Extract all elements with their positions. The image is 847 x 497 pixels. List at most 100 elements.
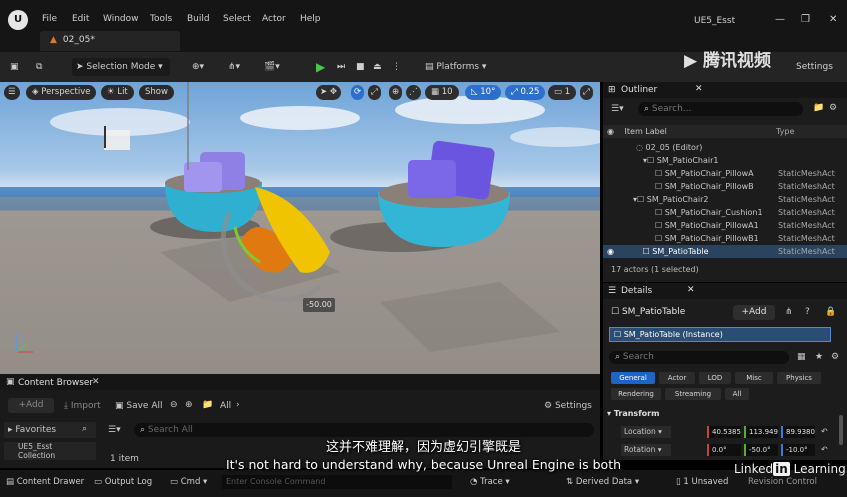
play-options-icon[interactable]: ⋮ xyxy=(392,58,401,76)
eject-icon[interactable]: ⏏ xyxy=(373,58,382,76)
category-streaming[interactable]: Streaming xyxy=(665,388,721,400)
menu-build[interactable]: Build xyxy=(187,14,210,24)
details-search[interactable]: ⌕ Search xyxy=(609,351,789,364)
eye-icon[interactable]: ◉ xyxy=(603,127,614,136)
outliner-search[interactable]: ⌕ Search... xyxy=(638,102,803,116)
settings-button[interactable]: Settings xyxy=(796,58,833,76)
selection-mode-button[interactable]: ➤ Selection Mode ▾ xyxy=(72,58,170,76)
output-log-button[interactable]: ▭ Output Log xyxy=(94,477,152,487)
add-content-button[interactable]: +Add xyxy=(8,398,54,413)
category-general[interactable]: General xyxy=(611,372,655,384)
lock-icon[interactable]: 🔒 xyxy=(825,307,836,317)
search-icon[interactable]: ⌕ xyxy=(82,424,87,434)
outliner-settings-icon[interactable]: ⚙ xyxy=(829,103,837,113)
close-tab-icon[interactable]: ✕ xyxy=(92,377,100,387)
folder-icon[interactable]: 📁 xyxy=(202,400,213,410)
close-icon[interactable]: ✕ xyxy=(829,14,837,25)
menu-window[interactable]: Window xyxy=(103,14,139,24)
folder-add-icon[interactable]: 📁 xyxy=(813,103,824,113)
viewport-menu-icon[interactable]: ☰ xyxy=(4,85,20,100)
outliner-row[interactable]: ☐ SM_PatioChair_PillowA1 StaticMeshAct xyxy=(603,219,847,232)
console-input[interactable]: Enter Console Command xyxy=(222,475,452,489)
category-lod[interactable]: LOD xyxy=(699,372,731,384)
outliner-row[interactable]: ☐ SM_PatioChair_PillowB1 StaticMeshAct xyxy=(603,232,847,245)
outliner-row[interactable]: ◌ 02_05 (Editor) xyxy=(603,141,847,154)
maximize-icon[interactable]: ❐ xyxy=(801,14,810,25)
cmd-button[interactable]: ▭ Cmd ▾ xyxy=(170,477,207,487)
scale-tool-icon[interactable]: ⤢ xyxy=(368,85,381,100)
content-search[interactable]: ⌕ Search All xyxy=(134,423,594,437)
column-item-label[interactable]: Item Label xyxy=(617,127,667,136)
menu-edit[interactable]: Edit xyxy=(72,14,89,24)
lit-button[interactable]: ☀ Lit xyxy=(101,85,134,100)
menu-actor[interactable]: Actor xyxy=(262,14,286,24)
outliner-row[interactable]: ▾☐ SM_PatioChair2 StaticMeshAct xyxy=(603,193,847,206)
history-back-icon[interactable]: ⊖ xyxy=(170,400,178,410)
category-misc[interactable]: Misc xyxy=(735,372,773,384)
category-all[interactable]: All xyxy=(725,388,749,400)
grid-snap-button[interactable]: ▦ 10 xyxy=(425,85,459,100)
cinematics-icon[interactable]: 🎬▾ xyxy=(264,58,280,76)
menu-help[interactable]: Help xyxy=(300,14,321,24)
revision-control-button[interactable]: Revision Control xyxy=(748,477,817,487)
table-view-icon[interactable]: ▦ xyxy=(797,352,806,362)
rotate-tool-icon[interactable]: ⟳ xyxy=(351,85,365,100)
category-physics[interactable]: Physics xyxy=(777,372,821,384)
filter-icon[interactable]: ☰▾ xyxy=(611,104,624,114)
outliner-row[interactable]: ☐ SM_PatioChair_PillowB StaticMeshAct xyxy=(603,180,847,193)
category-actor[interactable]: Actor xyxy=(659,372,695,384)
unsaved-button[interactable]: ▯ 1 Unsaved xyxy=(676,477,728,487)
outliner-row[interactable]: ☐ SM_PatioChair_Cushion1 StaticMeshAct xyxy=(603,206,847,219)
minimize-icon[interactable]: — xyxy=(775,14,785,25)
platforms-button[interactable]: ▤ Platforms ▾ xyxy=(425,58,486,76)
project-tab[interactable]: ▲ 02_05* xyxy=(40,31,180,51)
outliner-row[interactable]: ▾☐ SM_PatioChair1 xyxy=(603,154,847,167)
transform-select-icon[interactable]: ➤ ✥ xyxy=(316,85,341,100)
step-icon[interactable]: ⏭ xyxy=(337,58,345,76)
surface-snap-icon[interactable]: ⋰ xyxy=(406,85,421,100)
save-all-button[interactable]: ▣ Save All xyxy=(115,401,163,411)
add-actor-icon[interactable]: ⊕▾ xyxy=(192,58,204,76)
column-type[interactable]: Type xyxy=(776,125,794,138)
source-control-icon[interactable]: ⧉ xyxy=(36,58,42,76)
level-viewport[interactable]: ☰ ◈ Perspective ☀ Lit Show ➤ ✥ ⟳ ⤢ ⊕ ⋰ ▦… xyxy=(0,82,600,374)
category-rendering[interactable]: Rendering xyxy=(611,388,661,400)
trace-button[interactable]: ◔ Trace ▾ xyxy=(470,477,510,487)
derived-data-button[interactable]: ⇅ Derived Data ▾ xyxy=(566,477,639,487)
chevron-right-icon[interactable]: › xyxy=(236,400,240,410)
add-component-button[interactable]: +Add xyxy=(733,305,775,320)
close-tab-icon[interactable]: ✕ xyxy=(695,84,703,94)
blueprint-icon[interactable]: ⋔▾ xyxy=(228,58,240,76)
menu-select[interactable]: Select xyxy=(223,14,251,24)
unreal-logo-icon[interactable]: U xyxy=(8,10,28,30)
content-settings-button[interactable]: ⚙ Settings xyxy=(544,401,592,411)
history-forward-icon[interactable]: ⊕ xyxy=(185,400,193,410)
show-button[interactable]: Show xyxy=(139,85,174,100)
blueprint-icon[interactable]: ⋔ xyxy=(785,307,793,317)
camera-speed-button[interactable]: ▭ 1 xyxy=(548,85,577,100)
save-icon[interactable]: ▣ xyxy=(10,58,19,76)
scale-snap-button[interactable]: ⤢ 0.25 xyxy=(505,85,546,100)
menu-file[interactable]: File xyxy=(42,14,57,24)
import-button[interactable]: ⤓ Import xyxy=(64,401,101,411)
world-space-icon[interactable]: ⊕ xyxy=(389,85,403,100)
component-instance-row[interactable]: ☐ SM_PatioTable (Instance) xyxy=(609,327,831,342)
outliner-row[interactable]: ☐ SM_PatioChair_PillowA StaticMeshAct xyxy=(603,167,847,180)
maximize-viewport-icon[interactable]: ⤢ xyxy=(580,85,593,100)
path-breadcrumb[interactable]: All xyxy=(220,401,231,411)
stop-icon[interactable]: ■ xyxy=(356,58,365,76)
favorite-star-icon[interactable]: ★ xyxy=(815,352,823,362)
eye-icon[interactable]: ◉ xyxy=(607,247,617,256)
perspective-button[interactable]: ◈ Perspective xyxy=(26,85,97,100)
details-settings-icon[interactable]: ⚙ xyxy=(831,352,839,362)
rotation-snap-button[interactable]: ◺ 10° xyxy=(465,85,502,100)
close-tab-icon[interactable]: ✕ xyxy=(687,285,695,295)
transform-section[interactable]: ▾ Transform xyxy=(607,409,659,418)
menu-tools[interactable]: Tools xyxy=(150,14,172,24)
play-icon[interactable]: ▶ xyxy=(316,58,325,76)
content-drawer-button[interactable]: ▤ Content Drawer xyxy=(6,477,84,487)
reset-location-icon[interactable]: ↶ xyxy=(821,427,828,436)
help-icon[interactable]: ? xyxy=(805,307,810,317)
outliner-row-selected[interactable]: ◉ ☐ SM_PatioTable StaticMeshAct xyxy=(603,245,847,258)
filter-icon[interactable]: ☰▾ xyxy=(108,425,121,435)
